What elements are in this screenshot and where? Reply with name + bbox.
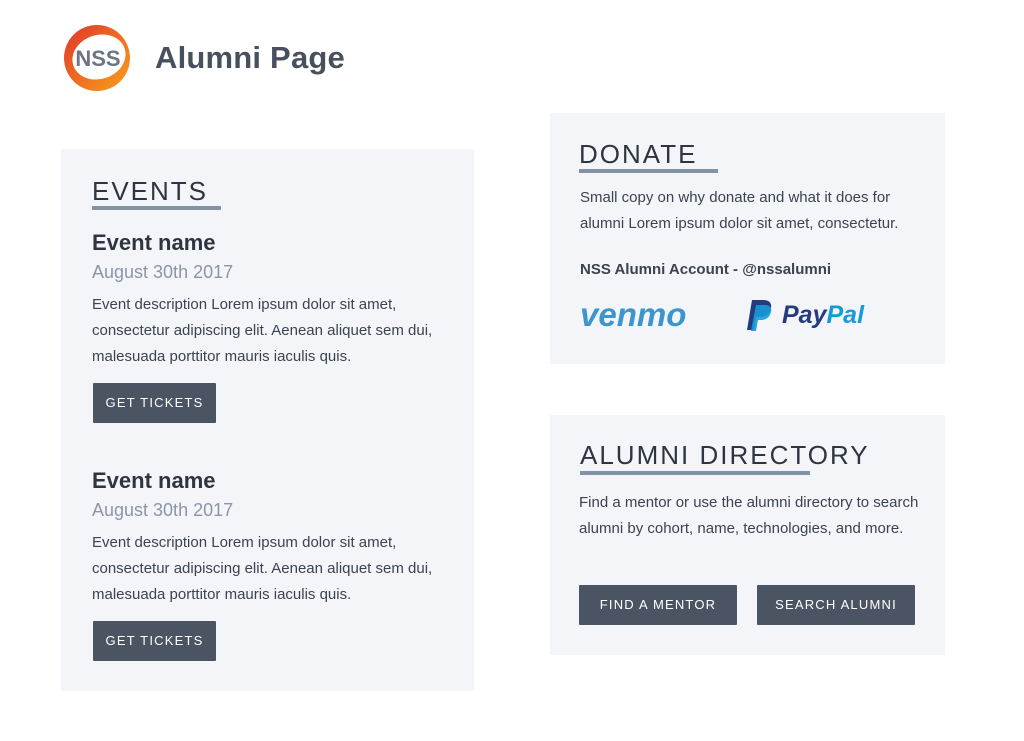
header: NSS Alumni Page xyxy=(62,22,345,94)
find-mentor-button[interactable]: FIND A MENTOR xyxy=(579,585,737,625)
svg-text:NSS: NSS xyxy=(75,46,120,71)
paypal-logo[interactable]: Pay Pal xyxy=(746,297,881,333)
event-date: August 30th 2017 xyxy=(92,262,234,282)
events-title: EVENTS xyxy=(92,176,209,206)
donate-title: DONATE xyxy=(579,139,698,169)
directory-title-underline xyxy=(580,471,810,475)
donate-title-underline xyxy=(579,169,718,173)
event-name: Event name xyxy=(92,468,216,493)
get-tickets-button[interactable]: GET TICKETS xyxy=(93,383,216,423)
alumni-directory-card: ALUMNI DIRECTORY Find a mentor or use th… xyxy=(550,415,945,655)
paypal-icon xyxy=(747,300,772,331)
paypal-wordmark-pay: Pay xyxy=(782,300,827,329)
event-item: Event name August 30th 2017 Event descri… xyxy=(92,468,462,661)
directory-title: ALUMNI DIRECTORY xyxy=(580,440,870,470)
event-date: August 30th 2017 xyxy=(92,500,234,520)
page-title: Alumni Page xyxy=(155,40,345,75)
event-description: Event description Lorem ipsum dolor sit … xyxy=(92,296,433,365)
directory-copy: Find a mentor or use the alumni director… xyxy=(579,494,919,537)
event-item: Event name August 30th 2017 Event descri… xyxy=(92,230,462,423)
donate-card: DONATE Small copy on why donate and what… xyxy=(550,113,945,364)
svg-text:venmo: venmo xyxy=(580,296,686,333)
events-title-underline xyxy=(92,206,221,210)
paypal-wordmark-pal: Pal xyxy=(826,300,865,329)
nss-logo[interactable]: NSS xyxy=(62,23,132,93)
donate-copy: Small copy on why donate and what it doe… xyxy=(580,189,899,232)
get-tickets-button[interactable]: GET TICKETS xyxy=(93,621,216,661)
event-name: Event name xyxy=(92,230,216,255)
events-card: EVENTS Event name August 30th 2017 Event… xyxy=(61,149,474,691)
donate-account: NSS Alumni Account - @nssalumni xyxy=(580,261,832,278)
venmo-logo[interactable]: venmo xyxy=(580,295,720,335)
event-description: Event description Lorem ipsum dolor sit … xyxy=(92,534,433,603)
search-alumni-button[interactable]: SEARCH ALUMNI xyxy=(757,585,915,625)
